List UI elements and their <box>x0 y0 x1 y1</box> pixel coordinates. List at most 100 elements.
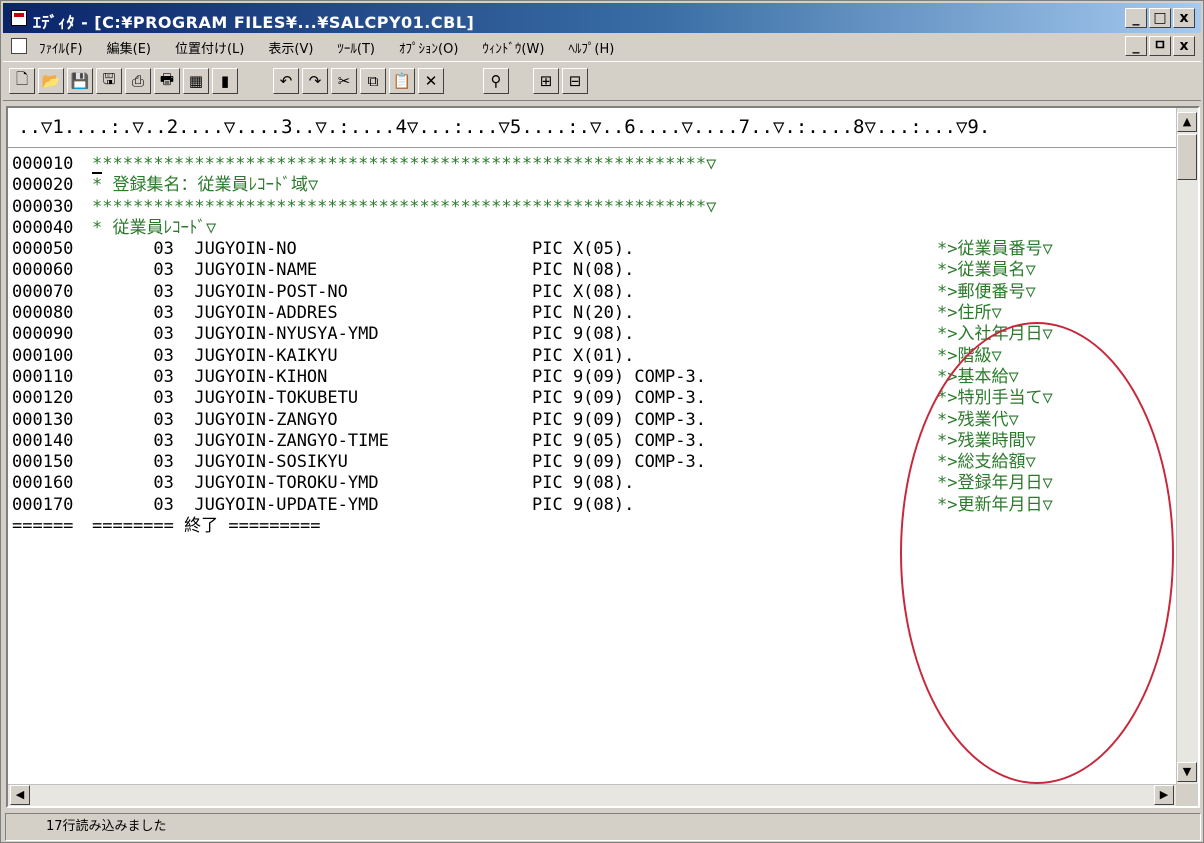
scrollbar-corner <box>1176 784 1198 806</box>
menu-options[interactable]: ｵﾌﾟｼｮﾝ(O) <box>399 38 458 57</box>
close-button[interactable]: x <box>1173 8 1195 28</box>
text-editor[interactable]: ..▽1....:.▽..2....▽....3..▽.:....4▽...:.… <box>6 106 1200 808</box>
line-code: 03 JUGYOIN-ADDRES <box>92 303 338 324</box>
code-line[interactable]: 000160 03 JUGYOIN-TOROKU-YMD PIC 9(08). *>… <box>12 473 1172 494</box>
code-line[interactable]: ====== ======== 終了 ========= <box>12 516 1172 537</box>
code-line[interactable]: 000100 03 JUGYOIN-KAIKYU PIC X(01). *>階級▽ <box>12 346 1172 367</box>
copy-icon[interactable]: ⧉ <box>360 68 386 94</box>
grid-icon[interactable]: ▦ <box>183 68 209 94</box>
scroll-left-button[interactable]: ◀ <box>10 785 30 805</box>
scroll-right-button[interactable]: ▶ <box>1154 785 1174 805</box>
line-number: ====== <box>12 516 74 537</box>
text-cursor <box>92 172 102 174</box>
line-number: 000100 <box>12 345 74 366</box>
paste-icon[interactable]: 📋 <box>389 68 415 94</box>
picture-clause: PIC 9(08). <box>532 324 635 345</box>
code-line[interactable]: 000170 03 JUGYOIN-UPDATE-YMD PIC 9(08). *>… <box>12 495 1172 516</box>
line-number: 000130 <box>12 409 74 430</box>
save-all-icon[interactable]: 🖫 <box>96 68 122 94</box>
line-code: 03 JUGYOIN-ZANGYO-TIME <box>92 430 389 451</box>
line-code: ****************************************… <box>92 196 717 217</box>
vertical-scrollbar[interactable]: ▲ ▼ <box>1176 108 1198 784</box>
line-code: ****************************************… <box>92 154 717 174</box>
line-code: ======== 終了 ========= <box>92 516 321 537</box>
code-line[interactable]: 000070 03 JUGYOIN-POST-NO PIC X(08). *>郵便番… <box>12 282 1172 303</box>
line-number: 000070 <box>12 281 74 302</box>
menu-locate[interactable]: 位置付け(L) <box>175 38 244 57</box>
picture-clause: PIC 9(09) COMP-3. <box>532 388 706 409</box>
line-number: 000050 <box>12 239 74 260</box>
picture-clause: PIC N(08). <box>532 260 635 281</box>
document-caption-buttons: _ ㅁ x <box>1125 36 1195 56</box>
new-file-icon[interactable]: 🗋 <box>9 68 35 94</box>
code-line[interactable]: 000030 **********************************… <box>12 197 1172 218</box>
code-line[interactable]: 000090 03 JUGYOIN-NYUSYA-YMD PIC 9(08). *>… <box>12 324 1172 345</box>
line-code: * 従業員ﾚｺｰﾄﾞ▽ <box>92 217 217 238</box>
menu-view[interactable]: 表示(V) <box>268 38 313 57</box>
horizontal-scrollbar[interactable]: ◀ ▶ <box>8 784 1176 806</box>
line-code: 03 JUGYOIN-KAIKYU <box>92 345 338 366</box>
minimize-button[interactable]: _ <box>1125 8 1147 28</box>
code-line[interactable]: 000130 03 JUGYOIN-ZANGYO PIC 9(09) COMP-3… <box>12 410 1172 431</box>
picture-clause: PIC 9(09) COMP-3. <box>532 409 706 430</box>
inline-comment: *>入社年月日▽ <box>937 324 1053 345</box>
code-line[interactable]: 000150 03 JUGYOIN-SOSIKYU PIC 9(09) COMP-… <box>12 452 1172 473</box>
status-bar: 17行読み込みました <box>5 813 1201 841</box>
menu-window[interactable]: ｳｨﾝﾄﾞｳ(W) <box>482 38 544 57</box>
print-icon[interactable]: 🖶 <box>154 68 180 94</box>
code-line[interactable]: 000050 03 JUGYOIN-NO PIC X(05). *>従業員番号▽ <box>12 239 1172 260</box>
line-number: 000150 <box>12 452 74 473</box>
book-icon[interactable]: ▮ <box>212 68 238 94</box>
menu-edit[interactable]: 編集(E) <box>107 38 151 57</box>
find-icon[interactable]: ⚲ <box>483 68 509 94</box>
line-code: 03 JUGYOIN-NYUSYA-YMD <box>92 324 379 345</box>
code-line[interactable]: 000020 * 登録集名：従業員ﾚｺｰﾄﾞ域▽ <box>12 175 1172 196</box>
line-number: 000020 <box>12 175 74 196</box>
caption-buttons: _ □ x <box>1125 8 1195 28</box>
scroll-up-button[interactable]: ▲ <box>1177 112 1197 132</box>
line-code: 03 JUGYOIN-TOKUBETU <box>92 388 359 409</box>
picture-clause: PIC X(08). <box>532 281 635 302</box>
save-icon[interactable]: 💾 <box>67 68 93 94</box>
code-line[interactable]: 000110 03 JUGYOIN-KIHON PIC 9(09) COMP-3.… <box>12 367 1172 388</box>
print-preview-icon[interactable]: ⎙ <box>125 68 151 94</box>
status-message: 17行読み込みました <box>46 819 167 834</box>
editor-window: ｴﾃﾞｨﾀ - [C:¥PROGRAM FILES¥...¥SALCPY01.C… <box>0 0 1204 843</box>
vertical-scroll-thumb[interactable] <box>1177 134 1197 180</box>
inline-comment: *>住所▽ <box>937 303 1002 324</box>
title-bar[interactable]: ｴﾃﾞｨﾀ - [C:¥PROGRAM FILES¥...¥SALCPY01.C… <box>3 3 1201 33</box>
doc-restore-button[interactable]: ㅁ <box>1149 36 1171 56</box>
code-line[interactable]: 000080 03 JUGYOIN-ADDRES PIC N(20). *>住所▽ <box>12 303 1172 324</box>
code-line[interactable]: 000040 * 従業員ﾚｺｰﾄﾞ▽ <box>12 218 1172 239</box>
picture-clause: PIC 9(05) COMP-3. <box>532 430 706 451</box>
scroll-down-button[interactable]: ▼ <box>1177 762 1197 782</box>
code-line[interactable]: 000060 03 JUGYOIN-NAME PIC N(08). *>従業員名▽ <box>12 260 1172 281</box>
code-line[interactable]: 000010 **********************************… <box>12 154 1172 175</box>
doc-minimize-button[interactable]: _ <box>1125 36 1147 56</box>
inline-comment: *>残業時間▽ <box>937 430 1036 451</box>
menu-tools[interactable]: ﾂｰﾙ(T) <box>337 38 375 57</box>
picture-clause: PIC 9(08). <box>532 473 635 494</box>
picture-clause: PIC 9(09) COMP-3. <box>532 366 706 387</box>
open-folder-icon[interactable]: 📂 <box>38 68 64 94</box>
column-ruler: ..▽1....:.▽..2....▽....3..▽.:....4▽...:.… <box>8 108 1178 148</box>
line-number: 000080 <box>12 303 74 324</box>
delete-icon[interactable]: ✕ <box>418 68 444 94</box>
code-line[interactable]: 000140 03 JUGYOIN-ZANGYO-TIME PIC 9(05) C… <box>12 431 1172 452</box>
doc-close-button[interactable]: x <box>1173 36 1195 56</box>
code-line[interactable]: 000120 03 JUGYOIN-TOKUBETU PIC 9(09) COMP… <box>12 388 1172 409</box>
menu-help[interactable]: ﾍﾙﾌﾟ(H) <box>568 38 614 57</box>
menu-file[interactable]: ﾌｧｲﾙ(F) <box>39 38 83 57</box>
window-icon[interactable]: ⊞ <box>533 68 559 94</box>
line-number: 000090 <box>12 324 74 345</box>
document-icon[interactable] <box>11 38 27 54</box>
undo-icon[interactable]: ↶ <box>273 68 299 94</box>
toolbar: 🗋 📂 💾 🖫 ⎙ 🖶 ▦ ▮ ↶ ↷ ✂ ⧉ 📋 ✕ ⚲ ⊞ ⊟ <box>3 61 1201 101</box>
line-number: 000160 <box>12 473 74 494</box>
cut-icon[interactable]: ✂ <box>331 68 357 94</box>
maximize-button[interactable]: □ <box>1149 8 1171 28</box>
line-code: 03 JUGYOIN-KIHON <box>92 366 328 387</box>
redo-icon[interactable]: ↷ <box>302 68 328 94</box>
compare-icon[interactable]: ⊟ <box>562 68 588 94</box>
app-icon[interactable] <box>11 10 27 26</box>
